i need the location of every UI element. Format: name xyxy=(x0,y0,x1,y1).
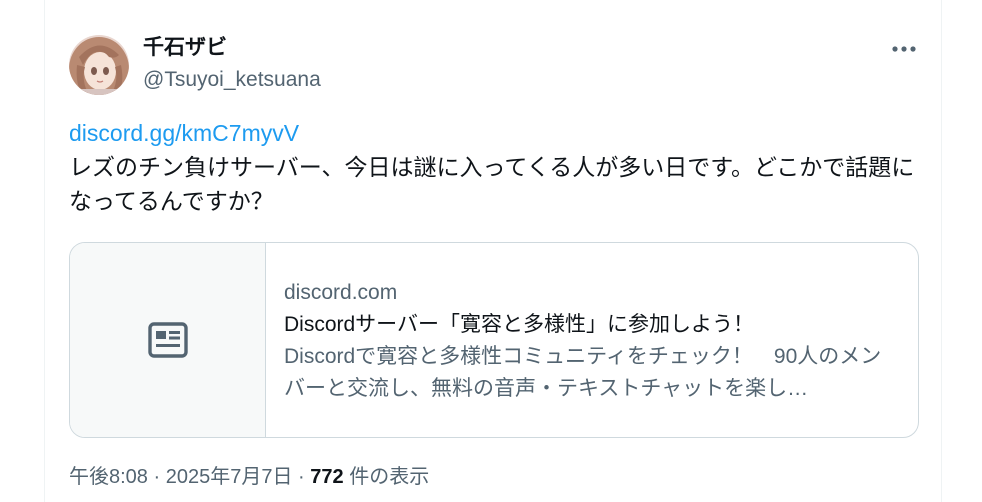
link-preview-card[interactable]: discord.com Discordサーバー「寛容と多様性」に参加しよう！ D… xyxy=(69,242,919,438)
post-date[interactable]: 2025年7月7日 xyxy=(166,466,293,488)
views-count: 772 xyxy=(310,466,344,488)
views-label: 件の表示 xyxy=(349,466,430,488)
author-handle[interactable]: @Tsuyoi_ketsuana xyxy=(143,66,321,94)
author-display-name[interactable]: 千石ザビ xyxy=(143,34,227,62)
card-domain: discord.com xyxy=(284,281,398,304)
post-text: レズのチン負けサーバー、今日は謎に入ってくる人が多い日です。どこかで話題になって… xyxy=(69,154,915,214)
post-time[interactable]: 午後8:08 xyxy=(69,466,148,488)
meta-separator: · xyxy=(153,466,161,488)
article-icon xyxy=(147,322,188,358)
avatar[interactable] xyxy=(69,35,129,95)
card-title: Discordサーバー「寛容と多様性」に参加しよう！ xyxy=(284,313,754,336)
more-options-button[interactable] xyxy=(886,34,922,64)
meta-separator: · xyxy=(298,466,305,488)
post-meta: 午後8:08 · 2025年7月7日 · 772 件の表示 xyxy=(69,462,429,492)
card-body: discord.com Discordサーバー「寛容と多様性」に参加しよう！ D… xyxy=(284,277,894,405)
anime-character-avatar-icon xyxy=(69,35,129,95)
card-thumbnail xyxy=(70,243,266,437)
card-description: Discordで寛容と多様性コミュニティをチェック！ 90人のメンバーと交流し、… xyxy=(284,345,882,400)
post-link[interactable]: discord.gg/kmC7myvV xyxy=(69,116,299,150)
more-dots-icon xyxy=(892,46,916,52)
